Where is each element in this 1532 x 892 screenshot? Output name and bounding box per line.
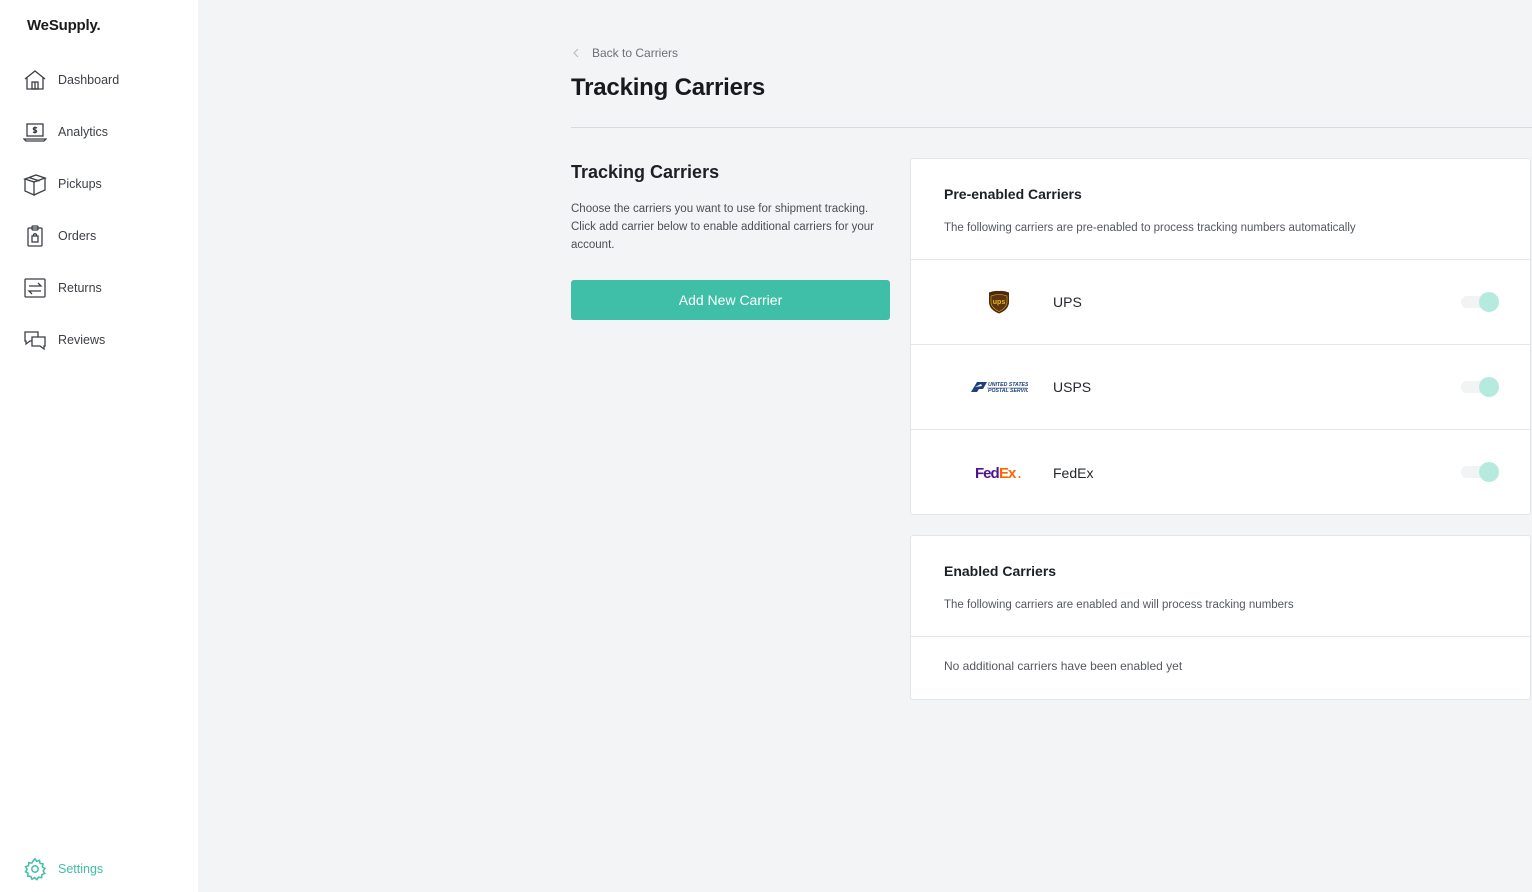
sidebar-item-label: Analytics xyxy=(58,125,109,139)
chevron-left-icon xyxy=(571,46,583,60)
empty-state-text: No additional carriers have been enabled… xyxy=(944,659,1183,673)
toggle-knob xyxy=(1479,292,1499,312)
sidebar-item-analytics[interactable]: Analytics xyxy=(22,117,182,147)
back-link[interactable]: Back to Carriers xyxy=(571,46,678,60)
toggle-knob xyxy=(1479,462,1499,482)
carrier-name: USPS xyxy=(1053,379,1092,395)
page-title: Tracking Carriers xyxy=(571,74,766,101)
carrier-name: UPS xyxy=(1053,294,1082,310)
card-header: Enabled Carriers The following carriers … xyxy=(911,536,1530,637)
carrier-row-fedex: Fed Ex FedEx xyxy=(911,430,1530,515)
svg-text:ups: ups xyxy=(993,299,1006,306)
sidebar-item-label: Reviews xyxy=(58,333,106,347)
chat-icon xyxy=(22,327,48,353)
returns-icon xyxy=(22,275,48,301)
section-description: Choose the carriers you want to use for … xyxy=(571,203,874,251)
sidebar-item-orders[interactable]: Orders xyxy=(22,221,182,251)
brand-logo[interactable]: WeSupply. xyxy=(27,17,101,34)
sidebar-item-label: Returns xyxy=(58,281,102,295)
sidebar: WeSupply. Dashboard Analytics Pickups Or… xyxy=(0,0,198,892)
back-link-label: Back to Carriers xyxy=(592,46,679,60)
section-title: Tracking Carriers xyxy=(571,162,720,182)
card-title: Enabled Carriers xyxy=(944,563,1057,579)
toggle-knob xyxy=(1479,377,1499,397)
sidebar-item-reviews[interactable]: Reviews xyxy=(22,325,182,355)
card-subtitle: The following carriers are pre-enabled t… xyxy=(944,222,1356,234)
card-subtitle: The following carriers are enabled and w… xyxy=(944,599,1294,611)
enabled-carriers-card: Enabled Carriers The following carriers … xyxy=(910,535,1531,700)
add-new-carrier-button[interactable]: Add New Carrier xyxy=(571,280,890,320)
home-icon xyxy=(22,67,48,93)
svg-text:POSTAL SERVICE: POSTAL SERVICE xyxy=(988,388,1028,394)
sidebar-item-label: Orders xyxy=(58,229,97,243)
sidebar-item-label: Settings xyxy=(58,862,104,876)
gear-icon xyxy=(22,856,48,882)
sidebar-item-dashboard[interactable]: Dashboard xyxy=(22,65,182,95)
sidebar-item-label: Pickups xyxy=(58,177,102,191)
ups-logo: ups xyxy=(968,287,1030,317)
carrier-toggle-ups[interactable] xyxy=(1461,292,1499,312)
main-content: Back to Carriers Tracking Carriers Track… xyxy=(571,0,1532,892)
svg-text:Fed: Fed xyxy=(975,465,1000,482)
carrier-name: FedEx xyxy=(1053,464,1094,481)
carrier-row-usps: UNITED STATES POSTAL SERVICE USPS xyxy=(911,345,1530,430)
svg-text:Ex: Ex xyxy=(999,465,1017,482)
box-icon xyxy=(22,171,48,197)
pre-enabled-carriers-card: Pre-enabled Carriers The following carri… xyxy=(910,158,1531,515)
sidebar-item-returns[interactable]: Returns xyxy=(22,273,182,303)
carrier-toggle-fedex[interactable] xyxy=(1461,462,1499,482)
card-header: Pre-enabled Carriers The following carri… xyxy=(911,159,1530,260)
laptop-dollar-icon xyxy=(22,119,48,145)
fedex-logo: Fed Ex xyxy=(968,458,1030,488)
sidebar-item-label: Dashboard xyxy=(58,73,120,87)
clipboard-icon xyxy=(22,223,48,249)
card-title: Pre-enabled Carriers xyxy=(944,186,1082,202)
carrier-row-ups: ups UPS xyxy=(911,260,1530,345)
sidebar-item-pickups[interactable]: Pickups xyxy=(22,169,182,199)
divider xyxy=(571,127,1532,128)
usps-logo: UNITED STATES POSTAL SERVICE xyxy=(968,372,1030,402)
carrier-toggle-usps[interactable] xyxy=(1461,377,1499,397)
sidebar-item-settings[interactable]: Settings xyxy=(22,854,182,884)
